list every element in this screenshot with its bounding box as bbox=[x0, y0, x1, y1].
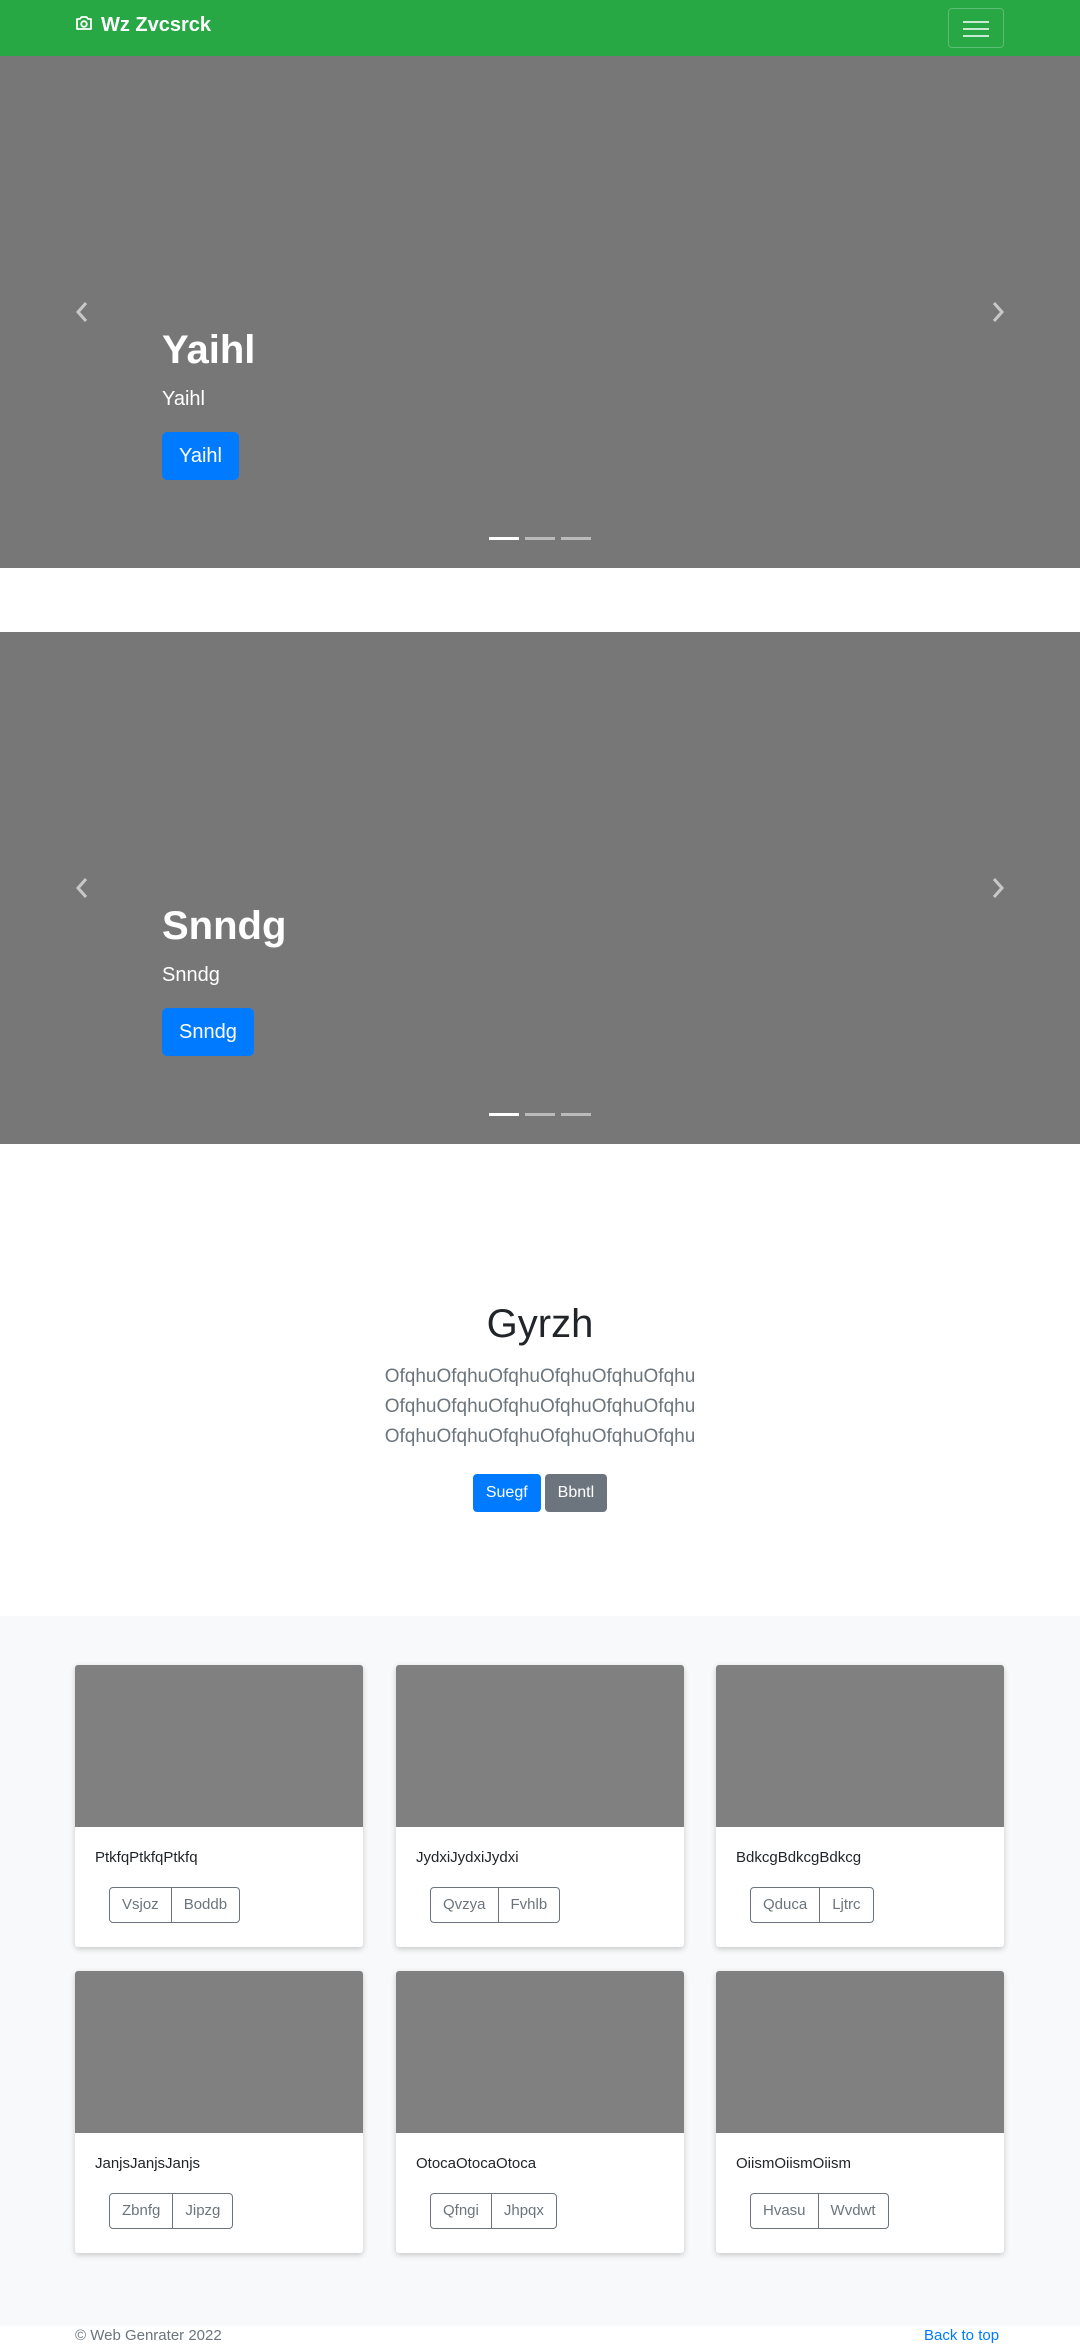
carousel-indicator[interactable] bbox=[561, 537, 591, 540]
card-button[interactable]: Jhpqx bbox=[490, 2193, 557, 2229]
album-card: PtkfqPtkfqPtkfq Vsjoz Boddb bbox=[75, 1665, 363, 1947]
hero-buttons: Suegf Bbntl bbox=[0, 1474, 1080, 1512]
hero-line: OfqhuOfqhuOfqhuOfqhuOfqhuOfqhu bbox=[384, 1366, 696, 1387]
navbar-brand[interactable]: Wz Zvcsrck bbox=[75, 14, 211, 37]
card-button-group: Qvzya Fvhlb bbox=[430, 1887, 561, 1923]
card-button[interactable]: Fvhlb bbox=[497, 1887, 561, 1923]
card-button[interactable]: Vsjoz bbox=[109, 1887, 172, 1923]
brand-label: Wz Zvcsrck bbox=[101, 14, 212, 36]
card-button[interactable]: Ljtrc bbox=[819, 1887, 874, 1923]
carousel-caption-title: Yaihl bbox=[162, 328, 256, 372]
card-button[interactable]: Qfngi bbox=[430, 2193, 492, 2229]
card-thumbnail bbox=[75, 1665, 363, 1827]
album-card: JydxiJydxiJydxi Qvzya Fvhlb bbox=[396, 1665, 684, 1947]
carousel-indicator[interactable] bbox=[489, 537, 519, 540]
carousel-next-button[interactable] bbox=[990, 876, 1006, 900]
card-text: OiismOiismOiism bbox=[736, 2155, 851, 2172]
hero-lead-text: OfqhuOfqhuOfqhuOfqhuOfqhuOfqhu OfqhuOfqh… bbox=[0, 1362, 1080, 1452]
hero-heading: Gyrzh bbox=[486, 1302, 594, 1346]
carousel-prev-button[interactable] bbox=[74, 300, 90, 324]
carousel-caption-button[interactable]: Yaihl bbox=[162, 432, 239, 480]
carousel-indicator[interactable] bbox=[561, 1113, 591, 1116]
card-button[interactable]: Wvdwt bbox=[817, 2193, 889, 2229]
card-button[interactable]: Zbnfg bbox=[109, 2193, 174, 2229]
card-thumbnail bbox=[716, 1971, 1004, 2133]
carousel-2: Snndg Snndg Snndg bbox=[0, 632, 1080, 1144]
carousel-indicators bbox=[489, 537, 591, 541]
carousel-indicator[interactable] bbox=[489, 1113, 519, 1116]
album-card: BdkcgBdkcgBdkcg Qduca Ljtrc bbox=[716, 1665, 1004, 1947]
chevron-right-icon bbox=[992, 878, 1005, 898]
carousel-caption-text: Snndg bbox=[162, 964, 220, 986]
carousel-caption-text: Yaihl bbox=[162, 388, 205, 410]
hero-line: OfqhuOfqhuOfqhuOfqhuOfqhuOfqhu bbox=[384, 1396, 696, 1417]
card-button-group: Vsjoz Boddb bbox=[109, 1887, 241, 1923]
hamburger-icon-line bbox=[963, 28, 989, 30]
card-thumbnail bbox=[716, 1665, 1004, 1827]
back-to-top-link[interactable]: Back to top bbox=[924, 2327, 999, 2344]
hero-line: OfqhuOfqhuOfqhuOfqhuOfqhuOfqhu bbox=[384, 1426, 696, 1447]
card-button[interactable]: Boddb bbox=[170, 1887, 241, 1923]
card-text: JanjsJanjsJanjs bbox=[95, 2155, 201, 2172]
card-button[interactable]: Jipzg bbox=[172, 2193, 234, 2229]
carousel-caption-button[interactable]: Snndg bbox=[162, 1008, 254, 1056]
card-thumbnail bbox=[396, 1971, 684, 2133]
card-button-group: Hvasu Wvdwt bbox=[750, 2193, 889, 2229]
album-card: OiismOiismOiism Hvasu Wvdwt bbox=[716, 1971, 1004, 2253]
carousel-indicator[interactable] bbox=[525, 537, 555, 540]
carousel-next-button[interactable] bbox=[990, 300, 1006, 324]
card-text: PtkfqPtkfqPtkfq bbox=[95, 1849, 198, 1866]
album-card: OtocaOtocaOtoca Qfngi Jhpqx bbox=[396, 1971, 684, 2253]
album-section: PtkfqPtkfqPtkfq Vsjoz Boddb JydxiJydxiJy… bbox=[0, 1616, 1080, 2326]
carousel-indicator[interactable] bbox=[525, 1113, 555, 1116]
camera-icon bbox=[75, 14, 101, 37]
card-text: BdkcgBdkcgBdkcg bbox=[736, 1849, 862, 1866]
card-button[interactable]: Qvzya bbox=[430, 1887, 499, 1923]
card-button-group: Zbnfg Jipzg bbox=[109, 2193, 234, 2229]
hero-secondary-button[interactable]: Bbntl bbox=[544, 1474, 608, 1512]
hero-primary-button[interactable]: Suegf bbox=[472, 1474, 541, 1512]
hamburger-icon bbox=[963, 21, 989, 23]
carousel-prev-button[interactable] bbox=[74, 876, 90, 900]
navbar-toggler-button[interactable] bbox=[948, 8, 1004, 48]
chevron-right-icon bbox=[992, 302, 1005, 322]
card-thumbnail bbox=[396, 1665, 684, 1827]
card-button[interactable]: Hvasu bbox=[750, 2193, 819, 2229]
hamburger-icon-line bbox=[963, 35, 989, 37]
chevron-left-icon bbox=[75, 302, 88, 322]
card-button[interactable]: Qduca bbox=[750, 1887, 821, 1923]
card-text: OtocaOtocaOtoca bbox=[416, 2155, 537, 2172]
card-button-group: Qfngi Jhpqx bbox=[430, 2193, 557, 2229]
card-text: JydxiJydxiJydxi bbox=[416, 1849, 519, 1866]
card-button-group: Qduca Ljtrc bbox=[750, 1887, 874, 1923]
card-thumbnail bbox=[75, 1971, 363, 2133]
footer-copyright: © Web Genrater 2022 bbox=[75, 2327, 222, 2344]
chevron-left-icon bbox=[75, 878, 88, 898]
carousel-1: Yaihl Yaihl Yaihl bbox=[0, 56, 1080, 568]
album-card: JanjsJanjsJanjs Zbnfg Jipzg bbox=[75, 1971, 363, 2253]
navbar: Wz Zvcsrck bbox=[0, 0, 1080, 56]
carousel-indicators bbox=[489, 1113, 591, 1117]
carousel-caption-title: Snndg bbox=[162, 904, 287, 948]
